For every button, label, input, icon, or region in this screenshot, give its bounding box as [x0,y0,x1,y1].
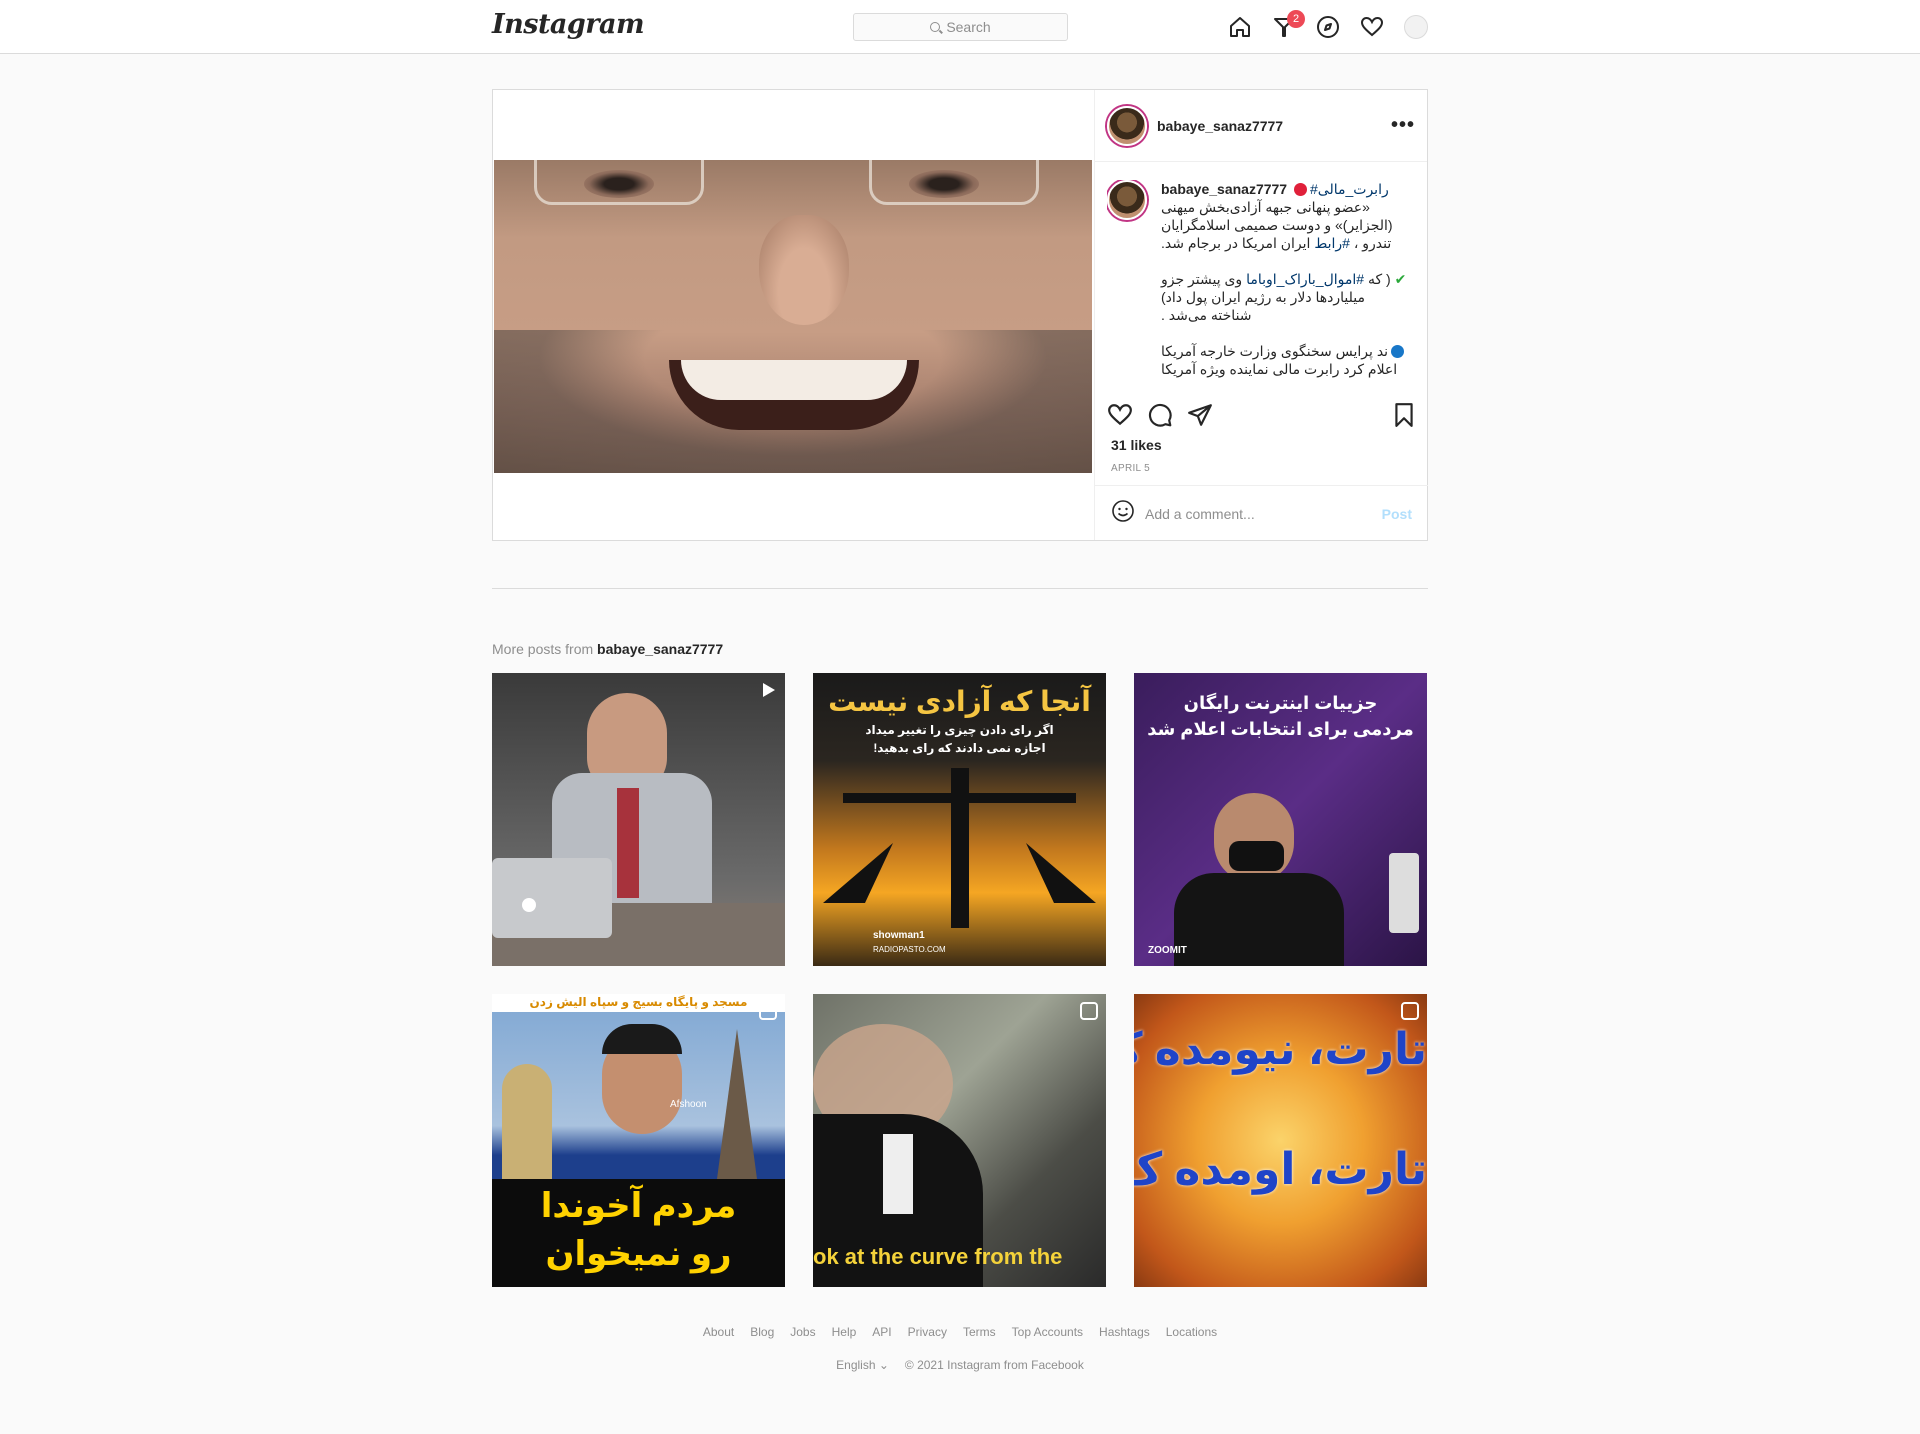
thumbnail-caption: رو نمیخوان [545,1235,732,1273]
post-actions [1107,402,1417,432]
home-icon[interactable] [1227,14,1253,40]
post-image[interactable] [494,160,1092,473]
caption-text-fragment: تندرو ، [1353,235,1392,251]
red-circle-emoji [1293,183,1307,196]
like-heart-icon[interactable] [1107,402,1133,433]
language-selector[interactable]: English ⌄ [836,1358,889,1372]
post-card: babaye_sanaz7777 ••• babaye_sanaz7777 #ر… [492,89,1428,541]
footer-bottom: English ⌄ © 2021 Instagram from Facebook [0,1358,1920,1372]
footer-links: About Blog Jobs Help API Privacy Terms T… [0,1325,1920,1339]
hashtag-link[interactable]: #اموال_باراک_اوباما [1246,271,1364,287]
thumbnail-banner: مسجد و پایگاه بسیج و سپاه الیش زدن [529,995,748,1009]
hashtag-link[interactable]: #رابط [1314,235,1350,251]
blue-circle-emoji [1391,345,1405,358]
section-divider [492,588,1428,589]
thumbnail-credit: RADIOPASTO.COM [873,945,946,954]
thumbnail-caption: مردم آخوندا [540,1187,737,1225]
post-caption: babaye_sanaz7777 #رابرت_مالی «عضو پنهانی… [1107,180,1417,380]
thumbnail-subtitle: ok at the curve from the [813,1244,1063,1269]
author-username[interactable]: babaye_sanaz7777 [1157,118,1283,134]
caption-text-fragment: ( که [1367,271,1391,287]
footer-link-locations[interactable]: Locations [1166,1325,1217,1339]
thumbnail-text: تارت، نیومده ک [1134,1025,1427,1074]
footer-link-api[interactable]: API [872,1325,891,1339]
hashtag-link[interactable]: #رابرت_مالی [1310,181,1389,197]
caption-text-fragment: ند پرایس سخنگوی وزارت خارجه آمریکا [1161,343,1389,359]
search-box[interactable]: Search [853,13,1068,41]
emoji-smiley-icon[interactable] [1111,499,1135,528]
post-thumbnail[interactable]: آنجا که آزادی نیست اگر رای دادن چیزی را … [813,673,1106,966]
reel-icon [1401,1002,1419,1020]
thumbnail-credit: showman1 [873,930,925,941]
footer-link-hashtags[interactable]: Hashtags [1099,1325,1150,1339]
comment-input[interactable] [1145,505,1382,522]
post-header: babaye_sanaz7777 ••• [1095,90,1427,162]
comment-bar: Post [1095,485,1428,541]
caption-line: «عضو پنهانی جبهه آزادی‌بخش میهنی [1161,199,1370,215]
footer-link-terms[interactable]: Terms [963,1325,996,1339]
footer-link-jobs[interactable]: Jobs [790,1325,815,1339]
search-icon [930,22,941,32]
author-avatar[interactable] [1107,105,1147,146]
reel-icon [1080,1002,1098,1020]
video-play-icon [759,681,777,699]
check-mark-icon: ✔ [1394,271,1407,287]
footer-link-help[interactable]: Help [832,1325,857,1339]
footer-link-privacy[interactable]: Privacy [908,1325,947,1339]
activity-heart-icon[interactable] [1359,14,1385,40]
chevron-down-icon: ⌄ [878,1358,889,1372]
thumbnail-title: جزییات اینترنت رایگان [1183,693,1378,713]
more-posts-heading: More posts from babaye_sanaz7777 [492,641,723,657]
thumbnail-subtitle: اگر رای دادن چیزی را تغییر میداد [865,723,1054,737]
caption-text-fragment: وی پیشتر جزو [1161,271,1243,287]
post-thumbnail[interactable] [492,673,785,966]
caption-line: اعلام کرد رابرت مالی نماینده ویژه آمریکا [1161,361,1398,377]
footer-link-top-accounts[interactable]: Top Accounts [1012,1325,1083,1339]
image-detail-glasses [869,160,1039,205]
thumbnail-brand: ZOOMIT [1148,945,1187,956]
post-sidebar: babaye_sanaz7777 ••• babaye_sanaz7777 #ر… [1094,90,1428,541]
thumbnail-title: مردمی برای انتخابات اعلام شد [1147,719,1414,739]
profile-avatar[interactable] [1404,15,1428,39]
thumbnail-subtitle: اجازه نمی دادند که رای بدهید! [873,741,1046,755]
caption-text-fragment: ایران امریکا در برجام شد. [1161,235,1311,251]
caption-line: (الجزایر)» و دوست صمیمی اسلامگرایان [1161,217,1393,233]
search-placeholder: Search [946,19,991,35]
share-paper-plane-icon[interactable] [1187,402,1213,433]
post-thumbnail[interactable]: تارت، نیومده ک تارت، اومده ک [1134,994,1427,1287]
post-thumbnail[interactable]: مسجد و پایگاه بسیج و سپاه الیش زدن Afsho… [492,994,785,1287]
explore-compass-icon[interactable] [1315,14,1341,40]
thumbnail-title: آنجا که آزادی نیست [828,686,1091,717]
post-thumbnail[interactable]: ok at the curve from the [813,994,1106,1287]
image-detail-nose [759,215,849,325]
comment-bubble-icon[interactable] [1147,402,1173,433]
caption-line: میلیاردها دلار به رژیم ایران پول داد) [1161,289,1365,305]
post-date[interactable]: APRIL 5 [1111,463,1150,474]
more-posts-username[interactable]: babaye_sanaz7777 [597,641,723,657]
image-detail-glasses [534,160,704,205]
more-posts-grid: آنجا که آزادی نیست اگر رای دادن چیزی را … [492,673,1428,1287]
reel-icon [759,1002,777,1020]
post-comment-button[interactable]: Post [1382,506,1412,522]
more-posts-prefix: More posts from [492,641,598,657]
thumbnail-text: تارت، اومده ک [1134,1145,1427,1194]
footer-link-blog[interactable]: Blog [750,1325,774,1339]
instagram-logo[interactable]: Instagram [492,9,645,40]
top-navigation-bar: Instagram Search 2 [0,0,1920,54]
copyright-text: © 2021 Instagram from Facebook [904,1358,1084,1372]
caption-text: babaye_sanaz7777 #رابرت_مالی «عضو پنهانی… [1161,180,1417,378]
thumbnail-watermark: Afshoon [670,1099,707,1110]
image-detail-mouth [669,360,919,430]
post-thumbnail[interactable]: جزییات اینترنت رایگان مردمی برای انتخابا… [1134,673,1427,966]
notification-badge: 2 [1287,10,1305,28]
more-options-icon[interactable]: ••• [1391,114,1415,137]
caption-line: شناخته می‌شد . [1161,307,1252,323]
caption-username[interactable]: babaye_sanaz7777 [1161,181,1287,197]
footer-link-about[interactable]: About [703,1325,734,1339]
like-count[interactable]: 31 likes [1111,437,1162,453]
caption-avatar[interactable] [1107,180,1147,220]
save-bookmark-icon[interactable] [1391,402,1417,433]
